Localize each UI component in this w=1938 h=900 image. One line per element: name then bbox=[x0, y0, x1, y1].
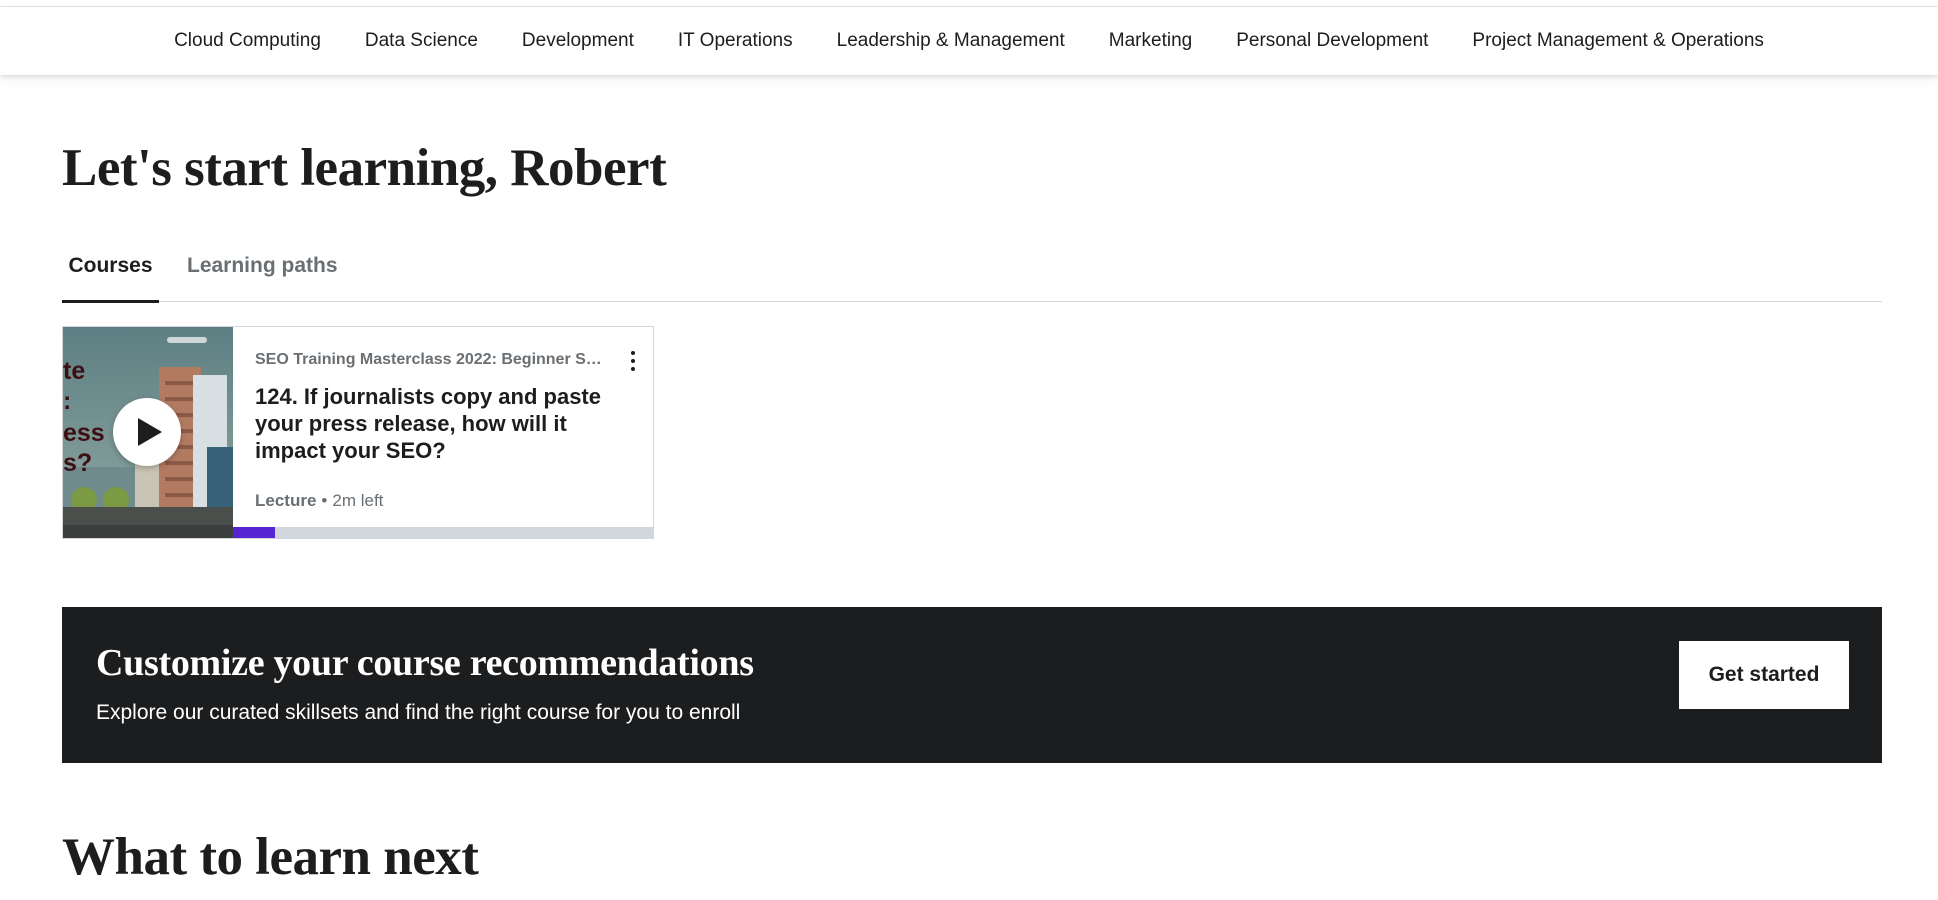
thumbnail-building bbox=[207, 447, 233, 512]
airplane-icon bbox=[167, 337, 207, 343]
nav-item-marketing[interactable]: Marketing bbox=[1087, 7, 1214, 75]
nav-item-it-operations[interactable]: IT Operations bbox=[656, 7, 815, 75]
play-icon[interactable] bbox=[113, 398, 181, 466]
nav-item-development[interactable]: Development bbox=[500, 7, 656, 75]
page-title: Let's start learning, Robert bbox=[62, 139, 667, 197]
course-thumbnail[interactable]: te : ess s? bbox=[63, 327, 233, 538]
learning-tabs: Courses Learning paths bbox=[62, 244, 1882, 303]
tab-courses[interactable]: Courses bbox=[62, 244, 159, 303]
progress-bar bbox=[233, 527, 653, 538]
nav-item-personal-development[interactable]: Personal Development bbox=[1214, 7, 1450, 75]
thumbnail-text: te bbox=[63, 357, 86, 385]
section-title-what-to-learn-next: What to learn next bbox=[62, 828, 479, 886]
progress-bar-fill bbox=[233, 527, 275, 538]
thumbnail-text: : bbox=[63, 387, 72, 415]
course-name: SEO Training Masterclass 2022: Beginner … bbox=[255, 351, 607, 368]
thumbnail-text: ess bbox=[63, 419, 105, 447]
content-type: Lecture bbox=[255, 491, 317, 510]
more-options-icon[interactable] bbox=[623, 349, 643, 373]
lecture-meta: Lecture • 2m left bbox=[255, 491, 383, 511]
thumbnail-road bbox=[63, 525, 233, 538]
banner-subtitle: Explore our curated skillsets and find t… bbox=[96, 701, 741, 724]
nav-item-leadership-management[interactable]: Leadership & Management bbox=[815, 7, 1087, 75]
get-started-button[interactable]: Get started bbox=[1679, 641, 1849, 709]
thumbnail-text: s? bbox=[63, 449, 93, 477]
nav-item-data-science[interactable]: Data Science bbox=[343, 7, 500, 75]
course-card-body: SEO Training Masterclass 2022: Beginner … bbox=[255, 351, 635, 464]
banner-title: Customize your course recommendations bbox=[96, 642, 754, 684]
lecture-title[interactable]: 124. If journalists copy and paste your … bbox=[255, 383, 615, 464]
nav-item-cloud-computing[interactable]: Cloud Computing bbox=[152, 7, 343, 75]
nav-item-project-management-operations[interactable]: Project Management & Operations bbox=[1450, 7, 1786, 75]
course-card[interactable]: te : ess s? SEO Training Masterclass 202… bbox=[62, 326, 654, 539]
time-left: 2m left bbox=[332, 491, 384, 510]
recommendations-banner: Customize your course recommendations Ex… bbox=[62, 607, 1882, 763]
category-nav: Cloud Computing Data Science Development… bbox=[0, 7, 1938, 75]
tab-learning-paths[interactable]: Learning paths bbox=[187, 244, 338, 302]
meta-separator: • bbox=[321, 491, 328, 510]
